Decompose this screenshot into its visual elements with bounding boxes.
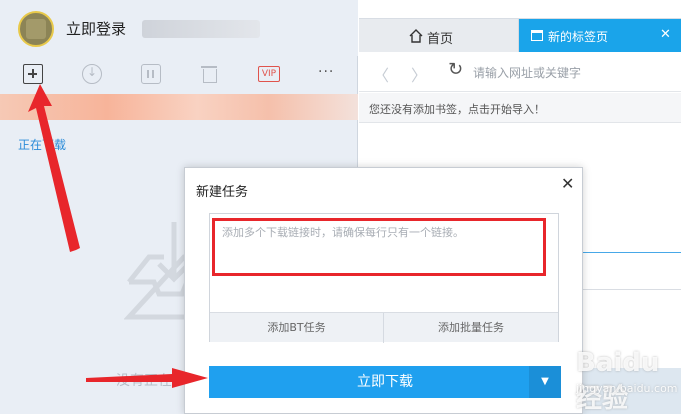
bookmark-hint[interactable]: 您还没有添加书签，点击开始导入！ bbox=[369, 101, 545, 117]
blurred-banner bbox=[0, 94, 358, 120]
back-icon[interactable]: 〈 bbox=[373, 62, 389, 86]
add-bt-task-button[interactable]: 添加BT任务 bbox=[210, 313, 384, 343]
add-task-options: 添加BT任务 添加批量任务 bbox=[210, 312, 558, 343]
tab-home[interactable]: 首页 bbox=[359, 19, 519, 53]
avatar[interactable] bbox=[18, 11, 54, 47]
login-link[interactable]: 立即登录 bbox=[66, 18, 126, 39]
blurred-username bbox=[142, 20, 260, 38]
new-task-icon[interactable] bbox=[23, 64, 43, 84]
tab-home-label: 首页 bbox=[427, 32, 454, 47]
avatar-image bbox=[26, 19, 46, 39]
download-links-textarea[interactable] bbox=[210, 214, 558, 312]
link-input-box: 添加BT任务 添加批量任务 bbox=[209, 213, 559, 343]
forward-icon[interactable]: 〉 bbox=[411, 62, 427, 86]
tab-icon bbox=[531, 30, 543, 41]
empty-state-text: 没有正在 bbox=[116, 373, 172, 389]
tab-downloading[interactable]: 正在下载 bbox=[18, 136, 66, 153]
chevron-down-icon[interactable]: ▼ bbox=[529, 366, 561, 398]
download-now-button[interactable]: 立即下载 bbox=[209, 366, 561, 398]
account-bar: 立即登录 bbox=[0, 0, 358, 56]
close-tab-icon[interactable]: ✕ bbox=[660, 27, 671, 42]
more-icon[interactable]: ··· bbox=[318, 64, 334, 80]
navigation-bar: 〈 〉 ↻ bbox=[359, 52, 681, 92]
download-toolbar: VIP ··· bbox=[0, 56, 358, 92]
vip-icon[interactable]: VIP bbox=[258, 66, 280, 82]
add-batch-task-button[interactable]: 添加批量任务 bbox=[384, 313, 558, 343]
new-task-dialog: 新建任务 ✕ 添加BT任务 添加批量任务 立即下载 ▼ bbox=[184, 167, 583, 414]
tab-new[interactable]: 新的标签页 ✕ bbox=[519, 19, 681, 53]
home-icon bbox=[409, 29, 423, 43]
trash-icon[interactable] bbox=[200, 64, 220, 84]
address-input[interactable] bbox=[473, 63, 673, 83]
bookmark-bar: 您还没有添加书签，点击开始导入！ bbox=[359, 93, 681, 123]
tab-new-label: 新的标签页 bbox=[548, 30, 609, 44]
close-icon[interactable]: ✕ bbox=[561, 174, 574, 193]
refresh-icon[interactable]: ↻ bbox=[448, 59, 463, 80]
download-icon[interactable] bbox=[82, 64, 102, 84]
dialog-title: 新建任务 bbox=[196, 185, 249, 200]
pause-icon[interactable] bbox=[141, 64, 161, 84]
tab-bar: 首页 新的标签页 ✕ bbox=[359, 18, 681, 53]
